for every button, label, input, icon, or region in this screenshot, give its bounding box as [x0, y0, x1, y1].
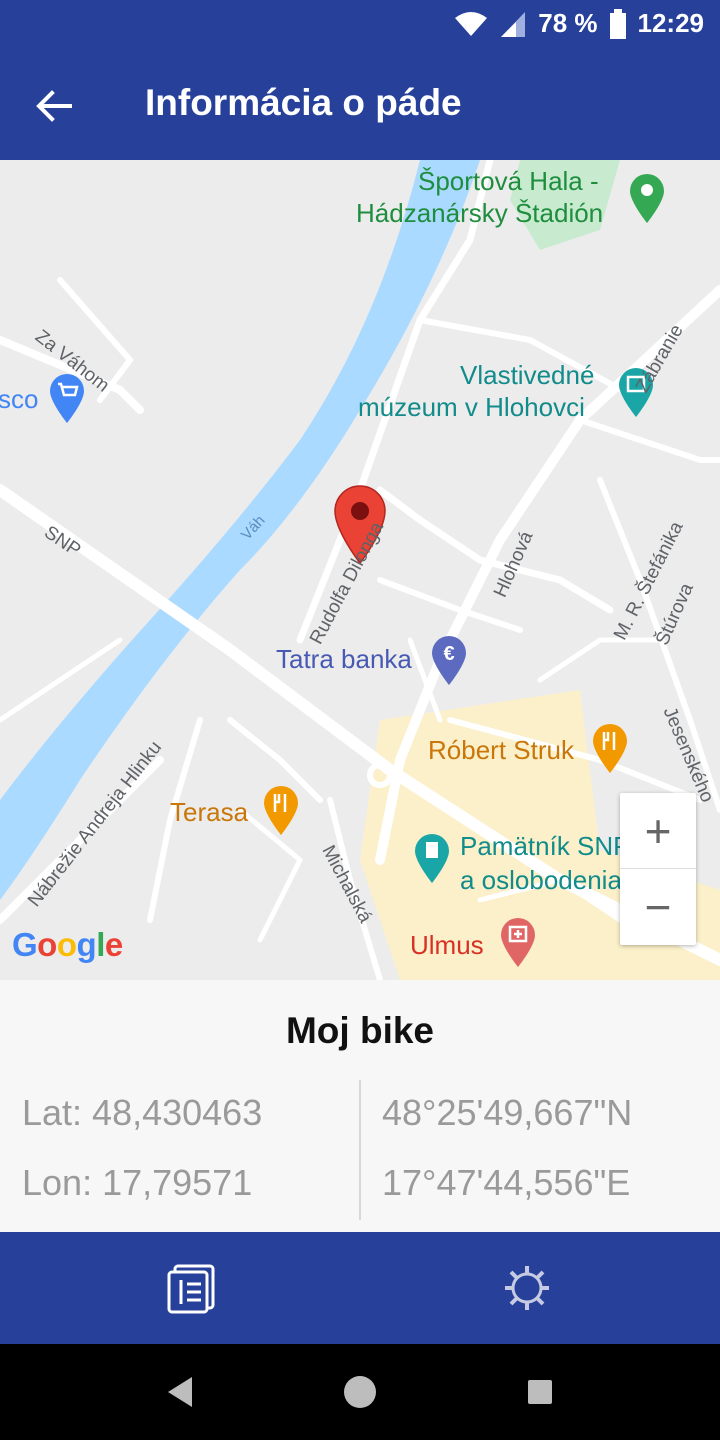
back-icon: [168, 1377, 192, 1407]
poi-bank-label[interactable]: Tatra banka: [276, 644, 412, 675]
restaurant-pin-icon: [264, 786, 298, 835]
back-button[interactable]: [22, 74, 86, 138]
map-view[interactable]: € Športová Hala - Hádzanársky Štadión Vl…: [0, 160, 720, 980]
clock: 12:29: [637, 8, 705, 38]
bottom-navigation: [0, 1232, 720, 1344]
status-indicators: 78 % 12:29: [454, 8, 704, 39]
monument-pin-icon: [415, 834, 449, 883]
poi-shop-label[interactable]: sco: [0, 384, 38, 415]
signal-icon: [501, 11, 526, 37]
gear-icon: [505, 1266, 549, 1310]
status-bar: 78 % 12:29: [0, 0, 720, 50]
poi-pharmacy-label[interactable]: Ulmus: [410, 930, 484, 961]
poi-museum-label[interactable]: múzeum v Hlohovci: [358, 392, 585, 423]
zoom-out-button[interactable]: −: [620, 869, 696, 945]
zoom-controls: + −: [620, 793, 696, 945]
system-recents-button[interactable]: [520, 1372, 560, 1412]
longitude-dms: 17°47'44,556"E: [382, 1162, 631, 1203]
poi-sport-hall-label[interactable]: Hádzanársky Štadión: [356, 198, 603, 229]
google-logo: Google: [12, 926, 123, 963]
recents-icon: [528, 1380, 552, 1404]
system-home-button[interactable]: [340, 1372, 380, 1412]
app-bar: Informácia o páde: [0, 50, 720, 160]
park-pin-icon: [630, 174, 664, 223]
arrow-left-icon: [36, 90, 72, 122]
poi-monument-label[interactable]: Pamätník SNP: [460, 831, 631, 862]
nav-list-button[interactable]: [161, 1258, 221, 1318]
home-icon: [344, 1376, 376, 1408]
bike-name: Moj bike: [285, 1010, 435, 1051]
restaurant-pin-icon: [593, 724, 627, 773]
bank-pin-icon: €: [432, 636, 466, 685]
svg-text:€: €: [443, 643, 454, 665]
poi-restaurant-label[interactable]: Terasa: [170, 797, 248, 828]
system-navigation-bar: [0, 1344, 720, 1440]
divider: [359, 1080, 361, 1220]
poi-sport-hall-label[interactable]: Športová Hala -: [418, 166, 599, 197]
list-icon: [167, 1264, 215, 1314]
pharmacy-pin-icon: [501, 918, 535, 967]
longitude-decimal: Lon: 17,79571: [22, 1162, 253, 1203]
latitude-decimal: Lat: 48,430463: [22, 1092, 263, 1133]
zoom-in-button[interactable]: +: [620, 793, 696, 869]
nav-settings-button[interactable]: [497, 1258, 557, 1318]
battery-percent: 78 %: [538, 8, 598, 38]
page-title: Informácia o páde: [145, 82, 462, 123]
battery-icon: [609, 8, 626, 39]
latitude-dms: 48°25'49,667"N: [382, 1092, 633, 1133]
poi-restaurant-label[interactable]: Róbert Struk: [428, 735, 574, 766]
bike-info-panel: Moj bike Lat: 48,430463 Lon: 17,79571 48…: [0, 980, 720, 1232]
wifi-icon: [455, 11, 488, 36]
poi-monument-label[interactable]: a oslobodenia: [460, 865, 622, 896]
poi-museum-label[interactable]: Vlastivedné: [460, 360, 594, 391]
system-back-button[interactable]: [160, 1372, 200, 1412]
